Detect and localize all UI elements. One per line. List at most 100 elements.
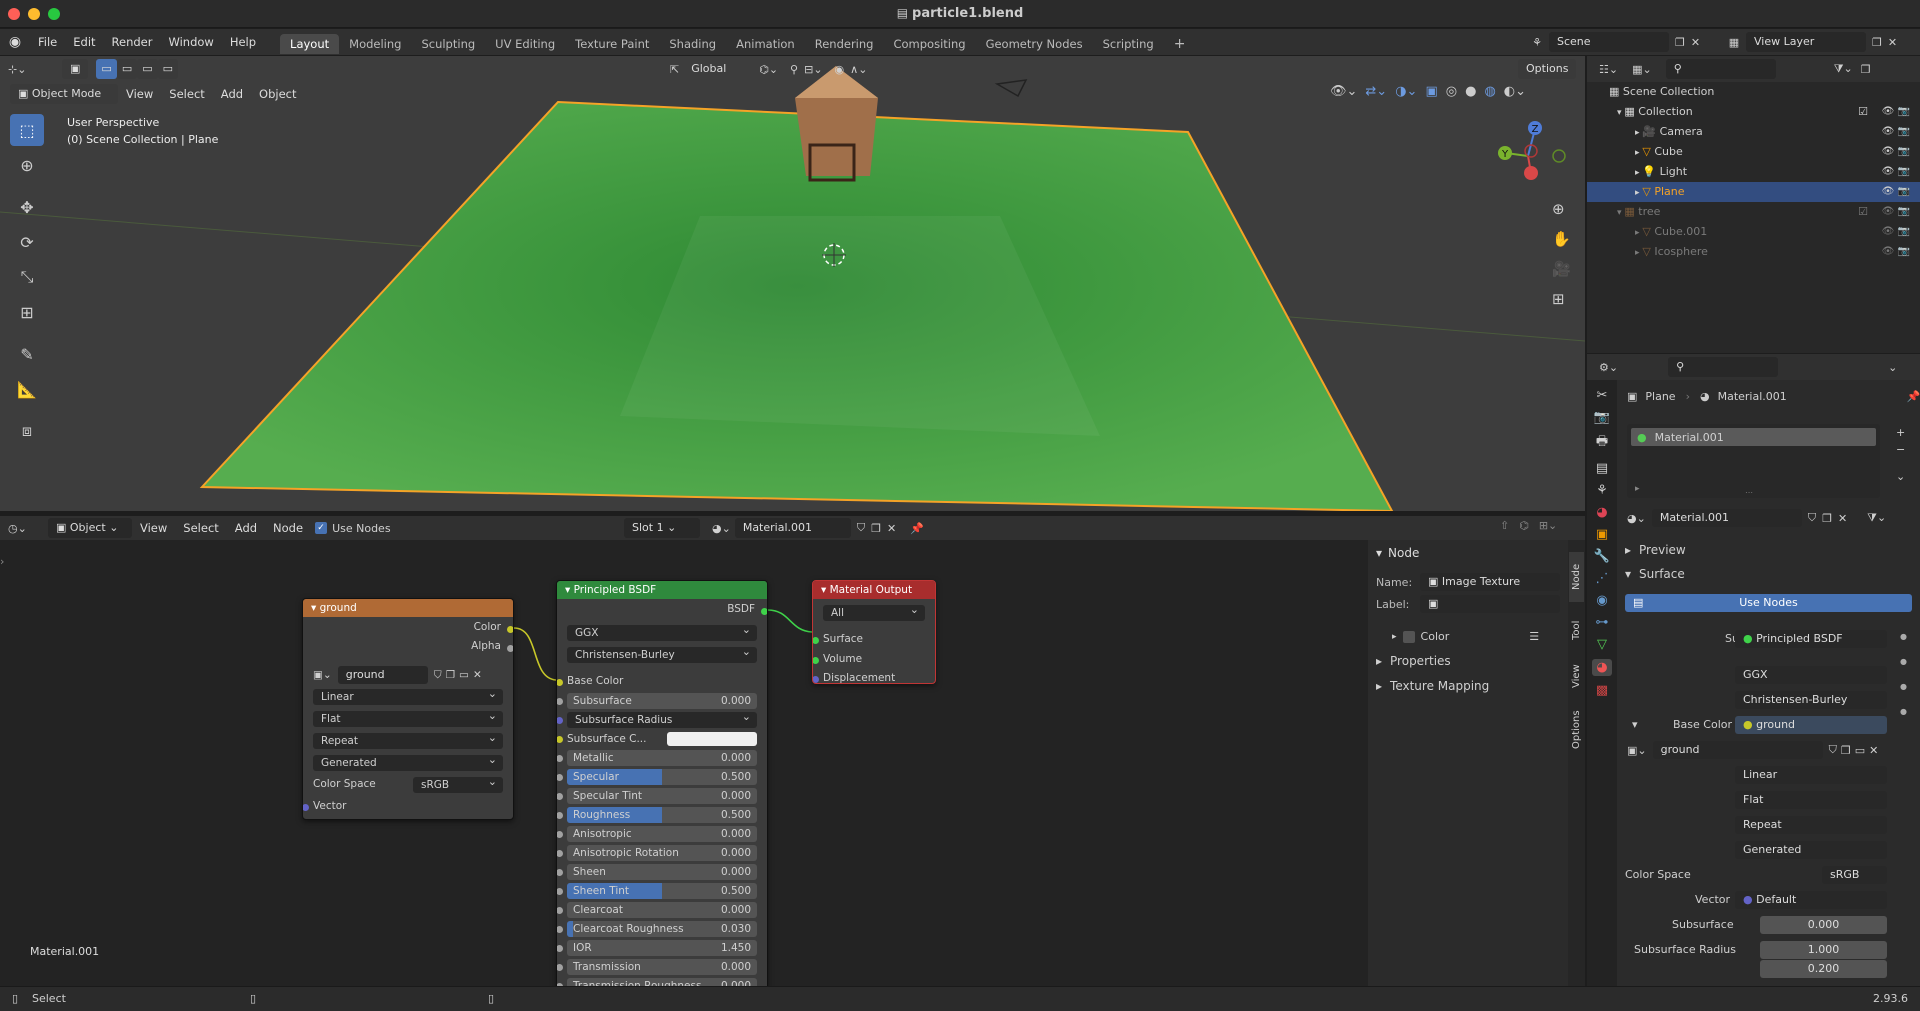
solid-shading-icon[interactable]: ● <box>1465 84 1476 99</box>
xray-toggle-icon[interactable]: ▣ <box>1425 84 1437 99</box>
collection-exclude-checkbox[interactable]: ☑ <box>1858 202 1868 222</box>
workspace-tab-texture-paint[interactable]: Texture Paint <box>565 34 659 54</box>
bsdf-input-specular-tint[interactable]: Specular Tint 0.000 <box>567 788 757 804</box>
node-color-row[interactable]: ▸ Color ☰ <box>1392 630 1539 643</box>
proportional-editing-icon[interactable]: ◉ <box>835 63 845 76</box>
workspace-tab-scripting[interactable]: Scripting <box>1093 34 1164 54</box>
workspace-tab-sculpting[interactable]: Sculpting <box>411 34 485 54</box>
3d-viewport[interactable] <box>0 56 1585 511</box>
bsdf-input-socket[interactable] <box>557 945 563 952</box>
image-unlink-icon[interactable]: ✕ <box>473 669 482 681</box>
visibility-render-icons[interactable]: 👁 📷 <box>1882 202 1910 222</box>
transform-orientation-dropdown[interactable]: Global <box>683 59 751 79</box>
navigation-gizmo[interactable]: Z Y <box>1488 116 1568 196</box>
color-expand-icon[interactable]: ▸ <box>1392 632 1397 642</box>
node-menu-node[interactable]: Node <box>265 518 311 538</box>
shader-type-dropdown[interactable]: ▣ Object ⌄ <box>48 518 132 538</box>
outliner-display-mode-icon[interactable]: ▦⌄ <box>1632 63 1652 76</box>
image-output-alpha-socket[interactable] <box>507 645 513 652</box>
filter-icon[interactable]: ⧩⌄ <box>1834 62 1853 76</box>
select-invert-icon[interactable]: ▭ <box>157 59 179 79</box>
add-workspace-icon[interactable]: + <box>1164 34 1196 54</box>
bsdf-input-roughness[interactable]: Roughness 0.500 <box>567 807 757 823</box>
bsdf-input-socket[interactable] <box>557 888 563 895</box>
outliner-row-camera[interactable]: ▸ 🎥 Camera 👁 📷 <box>1587 122 1920 142</box>
render-properties-tab-icon[interactable]: 📷 <box>1594 410 1610 425</box>
props-image-fake-user-icon[interactable]: ⛉ <box>1829 743 1837 757</box>
props-subsurface-radius-y-field[interactable]: 0.200 <box>1760 960 1887 978</box>
image-color-space-dropdown[interactable]: sRGB <box>413 774 503 793</box>
outliner-item-name[interactable]: Light <box>1660 165 1687 178</box>
options-dropdown[interactable]: Options <box>1518 59 1577 79</box>
node-editor-canvas[interactable]: ▾ ground Color Alpha ▣⌄ ground ⛉ ❐ ▭ ✕ L… <box>0 540 1368 986</box>
outliner-row-tree[interactable]: ▾ ▦ tree 👁 📷 ☑ <box>1587 202 1920 222</box>
use-nodes-button[interactable]: ▤ Use Nodes <box>1625 594 1912 612</box>
props-source-dropdown[interactable]: Generated <box>1735 841 1887 859</box>
grid-toggle-icon[interactable]: ⊞ <box>1552 290 1571 308</box>
bsdf-input-socket[interactable] <box>557 869 563 876</box>
outliner-row-collection[interactable]: ▾ ▦ Collection 👁 📷 ☑ <box>1587 102 1920 122</box>
bsdf-input-ior[interactable]: IOR 1.450 <box>567 940 757 956</box>
world-properties-tab-icon[interactable]: ◕ <box>1596 505 1607 520</box>
rotate-tool-icon[interactable]: ⟳ <box>10 226 44 258</box>
bsdf-input-sheen[interactable]: Sheen 0.000 <box>567 864 757 880</box>
props-extension-dropdown[interactable]: Repeat <box>1735 816 1887 834</box>
image-interpolation-dropdown[interactable]: Linear <box>313 686 503 705</box>
surface-shader-field[interactable]: ● Principled BSDF <box>1735 630 1887 648</box>
node-editor-type-icon[interactable]: ◷⌄ <box>8 522 38 535</box>
add-cube-tool-icon[interactable]: ⧈ <box>10 415 44 447</box>
props-vector-field[interactable]: ● Default <box>1735 891 1887 909</box>
select-new-icon[interactable]: ▭ <box>96 59 117 79</box>
output-displacement-socket[interactable] <box>813 676 819 683</box>
sidebar-tab-node[interactable]: Node <box>1569 552 1584 602</box>
bsdf-subsurface-color-swatch[interactable] <box>667 732 757 746</box>
workspace-tab-uv-editing[interactable]: UV Editing <box>485 34 565 54</box>
properties-pin-icon[interactable]: 📌 <box>1907 390 1920 403</box>
props-interpolation-dropdown[interactable]: Linear <box>1735 766 1887 784</box>
menu-file[interactable]: File <box>30 29 65 55</box>
material-slot-dropdown[interactable]: Slot 1 ⌄ <box>624 518 700 538</box>
fake-user-icon[interactable]: ⛉ <box>857 521 865 535</box>
camera-view-icon[interactable]: 🎥 <box>1552 260 1571 278</box>
image-texture-node[interactable]: ▾ ground Color Alpha ▣⌄ ground ⛉ ❐ ▭ ✕ L… <box>302 598 514 820</box>
node-menu-select[interactable]: Select <box>175 518 226 538</box>
snap-node-mode-icon[interactable]: ⊞⌄ <box>1539 519 1557 532</box>
output-surface-socket[interactable] <box>813 637 819 644</box>
material-unlink-icon[interactable]: ✕ <box>1838 512 1847 525</box>
properties-search-input[interactable]: ⚲ <box>1668 357 1779 377</box>
material-name-field[interactable]: Material.001 <box>734 518 851 538</box>
bsdf-input-anisotropic[interactable]: Anisotropic 0.000 <box>567 826 757 842</box>
bsdf-input-socket[interactable] <box>557 793 563 800</box>
texture-mapping-section-header[interactable]: ▸ Texture Mapping <box>1376 679 1489 693</box>
node-label-field[interactable]: ▣ <box>1420 595 1560 613</box>
node-menu-view[interactable]: View <box>132 518 175 538</box>
material-slot-menu-icon[interactable]: ⌄ <box>1896 470 1905 483</box>
properties-editor-type-icon[interactable]: ⚙⌄ <box>1599 361 1618 374</box>
outliner-row-icosphere[interactable]: ▸ ▽ Icosphere 👁 📷 <box>1587 242 1920 262</box>
material-duplicate-icon[interactable]: ❐ <box>1822 512 1832 525</box>
bsdf-input-anisotropic-rotation[interactable]: Anisotropic Rotation 0.000 <box>567 845 757 861</box>
image-open-icon[interactable]: ▭ <box>459 669 469 681</box>
outliner-row-scene-collection[interactable]: ▦ Scene Collection <box>1587 82 1920 102</box>
wireframe-shading-icon[interactable]: ◎ <box>1446 84 1457 99</box>
image-browse-icon[interactable]: ▣⌄ <box>313 669 332 681</box>
delete-scene-icon[interactable]: ✕ <box>1691 36 1700 49</box>
bsdf-output-socket[interactable] <box>761 608 767 615</box>
pan-hand-icon[interactable]: ✋ <box>1552 230 1571 248</box>
object-mode-dropdown[interactable]: ▣ Object Mode ⌄ <box>10 84 118 120</box>
list-resize-handle-icon[interactable]: ⋯ <box>1745 488 1753 497</box>
visibility-selectable-icon[interactable]: 👁⌄ <box>1330 84 1357 99</box>
material-fake-user-icon[interactable]: ⛉ <box>1808 511 1816 525</box>
bsdf-input-clearcoat-roughness[interactable]: Clearcoat Roughness 0.030 <box>567 921 757 937</box>
visibility-render-icons[interactable]: 👁 📷 <box>1882 242 1910 262</box>
select-box-tool-button[interactable]: ▣ <box>62 59 89 79</box>
blender-logo-icon[interactable]: ◉ <box>0 34 30 50</box>
overlay-toggle-icon[interactable]: ◑⌄ <box>1395 84 1417 99</box>
base-color-link-field[interactable]: ● ground <box>1735 716 1887 734</box>
list-expand-icon[interactable]: ▸ <box>1635 484 1640 494</box>
outliner-item-name[interactable]: Camera <box>1660 125 1703 138</box>
outliner-item-name[interactable]: Collection <box>1638 105 1692 118</box>
output-properties-tab-icon[interactable]: 🖶 <box>1596 432 1608 454</box>
texture-properties-tab-icon[interactable]: ▩ <box>1596 683 1608 698</box>
proportional-falloff-icon[interactable]: ∧⌄ <box>850 63 867 76</box>
